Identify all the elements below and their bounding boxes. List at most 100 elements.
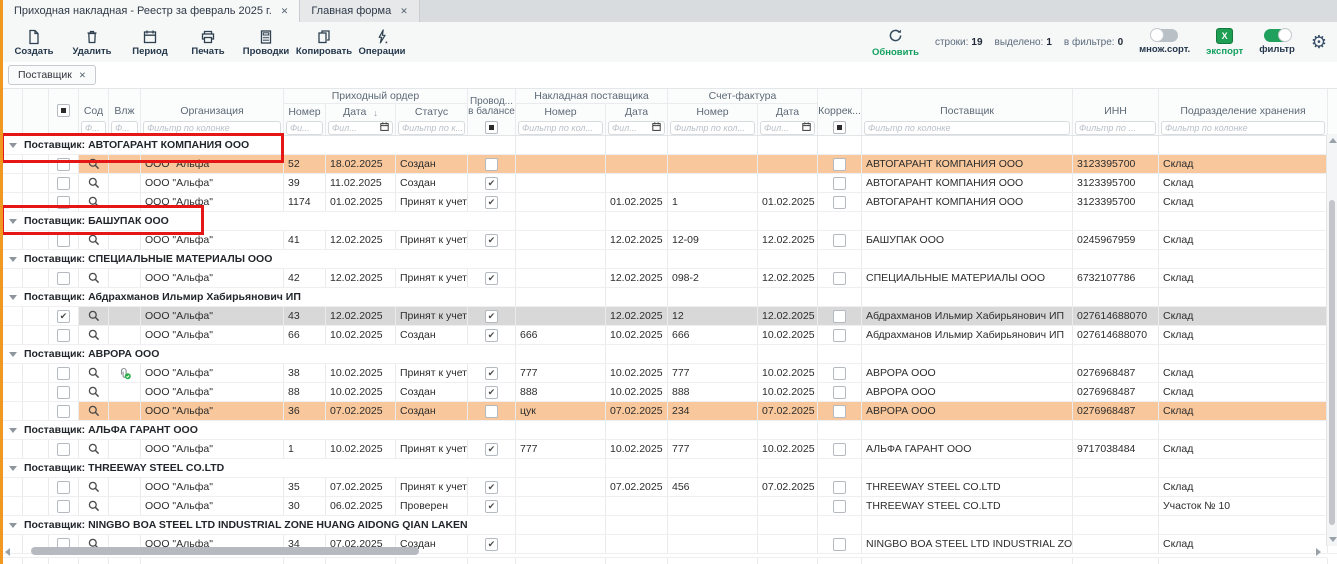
table-row[interactable]: ООО "Альфа"3006.02.2025Проверен✔THREEWAY… — [3, 497, 1337, 516]
cell-checkbox-provod[interactable]: ✔ — [485, 310, 498, 323]
magnifier-icon[interactable] — [88, 272, 100, 284]
tab-main-form[interactable]: Главная форма ✕ — [300, 0, 419, 22]
cell-checkbox-korr[interactable] — [833, 367, 846, 380]
column-header-org[interactable]: Организация — [141, 89, 284, 120]
group-row[interactable]: Поставщик: THREEWAY STEEL CO.LTD — [3, 459, 1337, 478]
row-checkbox[interactable]: ✔ — [57, 310, 70, 323]
period-button[interactable]: Период — [122, 27, 178, 57]
filter-checkbox-korr[interactable] — [833, 121, 846, 134]
scroll-left-icon[interactable] — [5, 548, 10, 556]
cell-checkbox-provod[interactable]: ✔ — [485, 177, 498, 190]
cell-checkbox-korr[interactable] — [833, 158, 846, 171]
row-checkbox[interactable] — [57, 481, 70, 494]
filter-input-vlj[interactable]: Ф... — [111, 121, 138, 135]
collapse-arrow-icon[interactable] — [9, 219, 17, 224]
filter-input-sf_num[interactable]: Фильтр по кол... — [670, 121, 755, 135]
filter-input-np_date[interactable]: Фил... — [608, 121, 665, 135]
table-row[interactable]: ООО "Альфа"117401.02.2025Принят к учету✔… — [3, 193, 1337, 212]
cell-checkbox-korr[interactable] — [833, 310, 846, 323]
attachment-icon[interactable] — [118, 367, 132, 380]
column-header-po_date[interactable]: Дата↓ — [326, 104, 396, 120]
collapse-arrow-icon[interactable] — [9, 257, 17, 262]
chip-remove-icon[interactable]: ✕ — [79, 70, 86, 81]
cell-checkbox-korr[interactable] — [833, 481, 846, 494]
scroll-right-icon[interactable] — [1316, 548, 1321, 556]
collapse-arrow-icon[interactable] — [9, 352, 17, 357]
magnifier-icon[interactable] — [88, 500, 100, 512]
magnifier-icon[interactable] — [88, 405, 100, 417]
filter-input-podr[interactable]: Фильтр по колонке — [1161, 121, 1325, 135]
cell-checkbox-korr[interactable] — [833, 405, 846, 418]
filter-input-status[interactable]: Фильтр по к... — [398, 121, 465, 135]
filter-input-org[interactable]: Фильтр по колонке — [143, 121, 281, 135]
scroll-up-icon[interactable] — [1329, 138, 1337, 143]
row-checkbox[interactable] — [57, 500, 70, 513]
column-header-sod[interactable]: Сод — [79, 89, 109, 120]
group-row[interactable]: Поставщик: АЛЬФА ГАРАНТ ООО — [3, 421, 1337, 440]
cell-checkbox-provod[interactable]: ✔ — [485, 500, 498, 513]
calendar-icon[interactable] — [380, 122, 389, 133]
export-button[interactable]: X экспорт — [1206, 28, 1243, 57]
copy-button[interactable]: Копировать — [296, 27, 352, 57]
group-row[interactable]: Поставщик: АВРОРА ООО — [3, 345, 1337, 364]
table-row[interactable]: ООО "Альфа"3607.02.2025Созданцук07.02.20… — [3, 402, 1337, 421]
column-header-po_num[interactable]: Номер — [284, 104, 326, 120]
table-row[interactable]: ООО "Альфа"3810.02.2025Принят к учету✔77… — [3, 364, 1337, 383]
cell-checkbox-korr[interactable] — [833, 329, 846, 342]
table-row[interactable]: ООО "Альфа"4212.02.2025Принят к учету✔12… — [3, 269, 1337, 288]
cell-checkbox-provod[interactable]: ✔ — [485, 329, 498, 342]
horizontal-scrollbar[interactable] — [3, 547, 1323, 556]
cell-checkbox-provod[interactable]: ✔ — [485, 234, 498, 247]
row-checkbox[interactable] — [57, 329, 70, 342]
column-header-sf_date[interactable]: Дата — [758, 104, 818, 120]
group-row[interactable]: Поставщик: БАШУПАК ООО — [3, 212, 1337, 231]
row-checkbox[interactable] — [57, 272, 70, 285]
multisort-toggle[interactable]: множ.сорт. — [1139, 29, 1190, 55]
cell-checkbox-korr[interactable] — [833, 234, 846, 247]
filter-checkbox-provod[interactable] — [485, 121, 498, 134]
table-row[interactable]: ООО "Альфа"6610.02.2025Создан✔66610.02.2… — [3, 326, 1337, 345]
row-checkbox[interactable] — [57, 367, 70, 380]
column-header-korr[interactable]: Коррек... — [818, 89, 862, 120]
table-row[interactable]: ✔ООО "Альфа"4312.02.2025Принят к учету✔1… — [3, 307, 1337, 326]
filter-input-inn[interactable]: Фильтр по ... — [1075, 121, 1156, 135]
tab-incoming-invoice-register[interactable]: Приходная накладная - Реестр за февраль … — [3, 0, 300, 22]
column-header-check[interactable] — [49, 89, 79, 120]
table-row[interactable]: ООО "Альфа"5218.02.2025СозданАВТОГАРАНТ … — [3, 155, 1337, 174]
operations-button[interactable]: Операции — [354, 27, 410, 57]
group-row[interactable]: Поставщик: СПЕЦИАЛЬНЫЕ МАТЕРИАЛЫ ООО — [3, 250, 1337, 269]
magnifier-icon[interactable] — [88, 158, 100, 170]
cell-checkbox-provod[interactable]: ✔ — [485, 481, 498, 494]
cell-checkbox-korr[interactable] — [833, 500, 846, 513]
magnifier-icon[interactable] — [88, 177, 100, 189]
row-checkbox[interactable] — [57, 196, 70, 209]
filter-input-sod[interactable]: Ф... — [81, 121, 106, 135]
calendar-icon[interactable] — [802, 122, 811, 133]
group-row[interactable]: Поставщик: АВТОГАРАНТ КОМПАНИЯ ООО — [3, 136, 1337, 155]
column-header-inn[interactable]: ИНН — [1073, 89, 1159, 120]
calendar-icon[interactable] — [652, 122, 661, 133]
row-checkbox[interactable] — [57, 177, 70, 190]
select-all-checkbox[interactable] — [57, 104, 70, 117]
cell-checkbox-provod[interactable]: ✔ — [485, 196, 498, 209]
column-header-post[interactable]: Поставщик — [862, 89, 1073, 120]
collapse-arrow-icon[interactable] — [9, 466, 17, 471]
cell-checkbox-provod[interactable] — [485, 158, 498, 171]
column-header-podr[interactable]: Подразделение хранения — [1159, 89, 1328, 120]
tab-close-icon[interactable]: ✕ — [281, 6, 289, 17]
magnifier-icon[interactable] — [88, 367, 100, 379]
collapse-arrow-icon[interactable] — [9, 143, 17, 148]
magnifier-icon[interactable] — [88, 386, 100, 398]
column-header-np_date[interactable]: Дата — [606, 104, 668, 120]
horizontal-scroll-thumb[interactable] — [31, 547, 419, 555]
collapse-arrow-icon[interactable] — [9, 523, 17, 528]
cell-checkbox-provod[interactable]: ✔ — [485, 443, 498, 456]
table-row[interactable]: ООО "Альфа"3911.02.2025Создан✔АВТОГАРАНТ… — [3, 174, 1337, 193]
cell-checkbox-korr[interactable] — [833, 386, 846, 399]
filter-toggle[interactable]: фильтр — [1259, 29, 1295, 55]
group-row[interactable]: Поставщик: NINGBO BOA STEEL LTD INDUSTRI… — [3, 516, 1337, 535]
row-checkbox[interactable] — [57, 158, 70, 171]
filter-input-po_num[interactable]: Фи... — [286, 121, 323, 135]
magnifier-icon[interactable] — [88, 481, 100, 493]
row-checkbox[interactable] — [57, 405, 70, 418]
